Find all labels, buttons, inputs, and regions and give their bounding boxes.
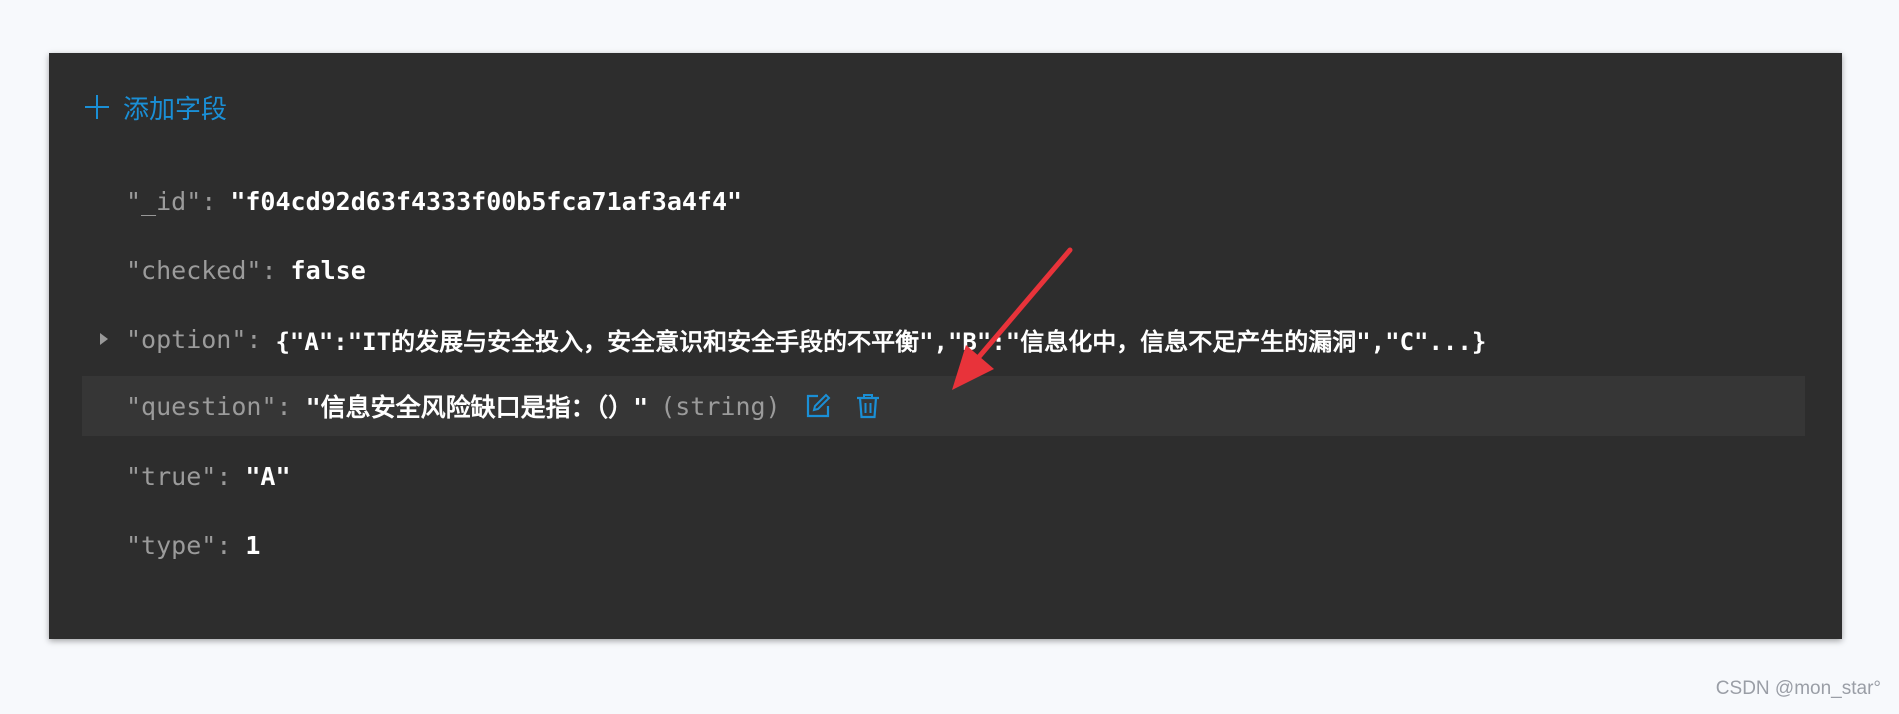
field-value: 1 <box>245 530 261 560</box>
field-key: "checked" <box>126 255 262 285</box>
field-colon: : <box>216 530 232 560</box>
field-row-true[interactable]: "true" : "A" <box>82 446 1805 506</box>
field-key: "question" <box>126 391 277 421</box>
plus-icon <box>85 95 109 119</box>
field-value: "A" <box>245 461 291 491</box>
field-value: {"A":"IT的发展与安全投入，安全意识和安全手段的不平衡","B":"信息化… <box>275 327 1487 356</box>
edit-icon <box>806 393 831 418</box>
field-colon: : <box>216 461 232 491</box>
field-key: "_id" <box>126 186 202 216</box>
field-row-checked[interactable]: "checked" : false <box>82 240 1805 300</box>
expander-placeholder <box>82 376 126 436</box>
watermark: CSDN @mon_star° <box>1715 678 1881 699</box>
document-panel: 添加字段 "_id" : "f04cd92d63f4333f00b5fca71a… <box>49 53 1842 639</box>
field-colon: : <box>246 324 262 354</box>
add-field-button[interactable]: 添加字段 <box>85 87 227 127</box>
field-row-question[interactable]: "question" : "信息安全风险缺口是指：（）" (string) <box>82 376 1805 436</box>
field-colon: : <box>276 391 292 421</box>
edit-field-button[interactable] <box>803 391 833 421</box>
field-colon: : <box>201 186 217 216</box>
trash-icon <box>856 394 879 419</box>
expander-placeholder <box>82 446 126 506</box>
field-row-id[interactable]: "_id" : "f04cd92d63f4333f00b5fca71af3a4f… <box>82 171 1805 231</box>
field-value: "f04cd92d63f4333f00b5fca71af3a4f4" <box>230 186 743 216</box>
expander-placeholder <box>82 171 126 231</box>
expander-placeholder <box>82 240 126 300</box>
type-hint: (string) <box>660 391 781 421</box>
field-value: "信息安全风险缺口是指：（）" <box>305 393 649 422</box>
expander-placeholder <box>82 515 126 575</box>
field-value: false <box>290 255 366 285</box>
field-key: "true" <box>126 461 217 491</box>
add-field-label: 添加字段 <box>123 94 228 125</box>
field-key: "type" <box>126 530 217 560</box>
field-row-type[interactable]: "type" : 1 <box>82 515 1805 575</box>
field-key: "option" <box>126 324 247 354</box>
delete-field-button[interactable] <box>853 391 883 421</box>
expand-toggle[interactable] <box>82 309 126 369</box>
field-row-option[interactable]: "option" : {"A":"IT的发展与安全投入，安全意识和安全手段的不平… <box>82 309 1805 369</box>
field-colon: : <box>261 255 277 285</box>
caret-right-icon <box>100 333 108 345</box>
